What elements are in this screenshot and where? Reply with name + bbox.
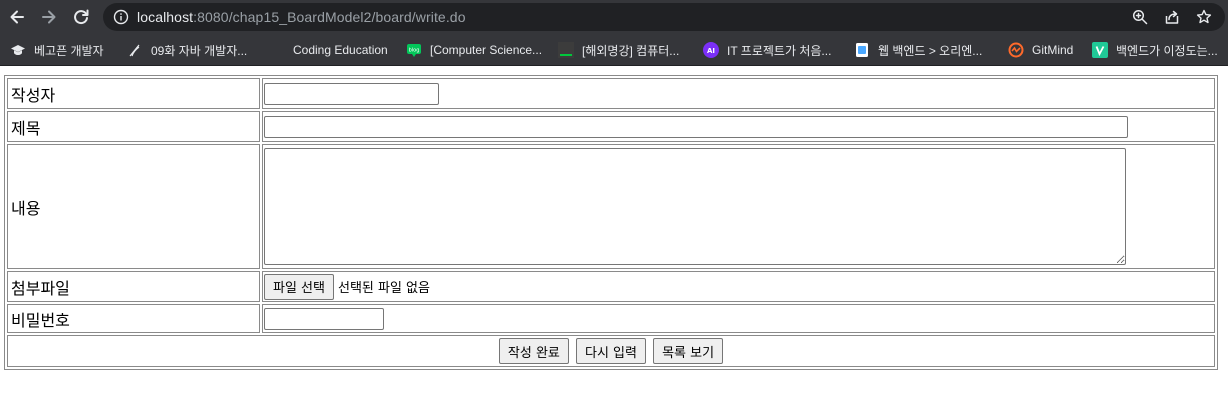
bookmark-label: [해외명강] 컴퓨터...: [582, 43, 680, 58]
bookmarks-bar: 베고픈 개발자 09화 자바 개발자... Coding Education b…: [0, 34, 1228, 66]
bookmark-label: GitMind: [1032, 43, 1074, 57]
title-label: 제목: [7, 111, 260, 142]
bookmark-label: 웹 백엔드 > 오리엔...: [878, 43, 983, 58]
address-bar[interactable]: localhost:8080/chap15_BoardModel2/board/…: [103, 3, 1225, 31]
bookmark-item[interactable]: 09화 자바 개발자...: [127, 34, 247, 66]
address-url[interactable]: localhost:8080/chap15_BoardModel2/board/…: [137, 9, 466, 25]
list-button[interactable]: 목록 보기: [653, 338, 724, 364]
reset-button[interactable]: 다시 입력: [576, 338, 646, 364]
bookmark-item[interactable]: Coding Education: [269, 34, 388, 66]
gitmind-icon: [1008, 42, 1024, 58]
title-row: 제목: [7, 111, 1215, 142]
url-path: :8080/chap15_BoardModel2/board/write.do: [193, 9, 466, 25]
bookmark-item[interactable]: AI IT 프로젝트가 처음...: [703, 34, 831, 66]
content-row: 내용: [7, 144, 1215, 269]
file-input: 파일 선택 선택된 파일 없음: [264, 273, 1213, 300]
writer-cell: [262, 78, 1215, 109]
velog-icon: [1092, 42, 1108, 58]
password-label: 비밀번호: [7, 304, 260, 333]
button-cell: 작성 완료 다시 입력 목록 보기: [7, 335, 1215, 367]
file-label: 첨부파일: [7, 271, 260, 302]
graduation-cap-icon: [11, 45, 25, 55]
info-icon[interactable]: [113, 9, 129, 29]
bookmark-item[interactable]: 웹 백엔드 > 오리엔...: [854, 34, 982, 66]
bookmark-label: 09화 자바 개발자...: [151, 43, 248, 58]
naver-blog-icon: blog: [407, 44, 421, 57]
button-row: 작성 완료 다시 입력 목록 보기: [7, 335, 1215, 367]
purple-logo-icon: AI: [703, 42, 719, 58]
pen-nib-icon: [129, 44, 140, 57]
password-row: 비밀번호: [7, 304, 1215, 333]
share-icon[interactable]: [1164, 9, 1180, 25]
content-label: 내용: [7, 144, 260, 269]
doc-icon: [856, 43, 868, 57]
reload-icon[interactable]: [71, 7, 91, 27]
green-bar-icon: [558, 42, 574, 58]
forward-arrow-icon[interactable]: [39, 7, 59, 27]
browser-toolbar: localhost:8080/chap15_BoardModel2/board/…: [0, 0, 1228, 34]
bookmark-item[interactable]: [해외명강] 컴퓨터...: [558, 34, 679, 66]
bookmark-label: [Computer Science...: [430, 43, 543, 57]
url-host: localhost: [137, 9, 194, 25]
title-input[interactable]: [264, 115, 1128, 138]
writer-row: 작성자: [7, 78, 1215, 109]
content-cell: [262, 144, 1215, 269]
svg-text:AI: AI: [707, 47, 715, 55]
svg-text:blog: blog: [409, 48, 420, 54]
bookmark-item[interactable]: blog [Computer Science...: [406, 34, 542, 66]
bookmark-label: Coding Education: [293, 43, 388, 57]
file-status-text: 선택된 파일 없음: [337, 281, 430, 296]
zoom-icon[interactable]: [1132, 9, 1148, 25]
file-row: 첨부파일 파일 선택 선택된 파일 없음: [7, 271, 1215, 302]
bookmark-label: 베고픈 개발자: [34, 43, 104, 58]
submit-button[interactable]: 작성 완료: [498, 338, 569, 364]
bookmark-item[interactable]: 백엔드가 이정도는...: [1092, 34, 1218, 66]
write-form-table: 작성자 제목 내용 첨부파일 파일 선택 선택된 파일 없음 비밀번호 작성 완…: [4, 75, 1218, 370]
password-cell: [262, 304, 1215, 333]
bookmark-label: IT 프로젝트가 처음...: [727, 43, 832, 58]
back-arrow-icon[interactable]: [7, 7, 27, 27]
password-input[interactable]: [264, 307, 384, 330]
file-cell: 파일 선택 선택된 파일 없음: [262, 271, 1215, 302]
star-bookmark-icon[interactable]: [1196, 9, 1212, 25]
writer-label: 작성자: [7, 78, 260, 109]
bookmark-item[interactable]: 베고픈 개발자: [10, 34, 104, 66]
bookmark-item[interactable]: GitMind: [1008, 34, 1073, 66]
bookmark-label: 백엔드가 이정도는...: [1116, 43, 1218, 58]
title-cell: [262, 111, 1215, 142]
file-choose-button[interactable]: 파일 선택: [264, 273, 334, 300]
blank-page-icon: [269, 42, 285, 58]
writer-input[interactable]: [264, 82, 439, 105]
content-textarea[interactable]: [264, 148, 1126, 265]
